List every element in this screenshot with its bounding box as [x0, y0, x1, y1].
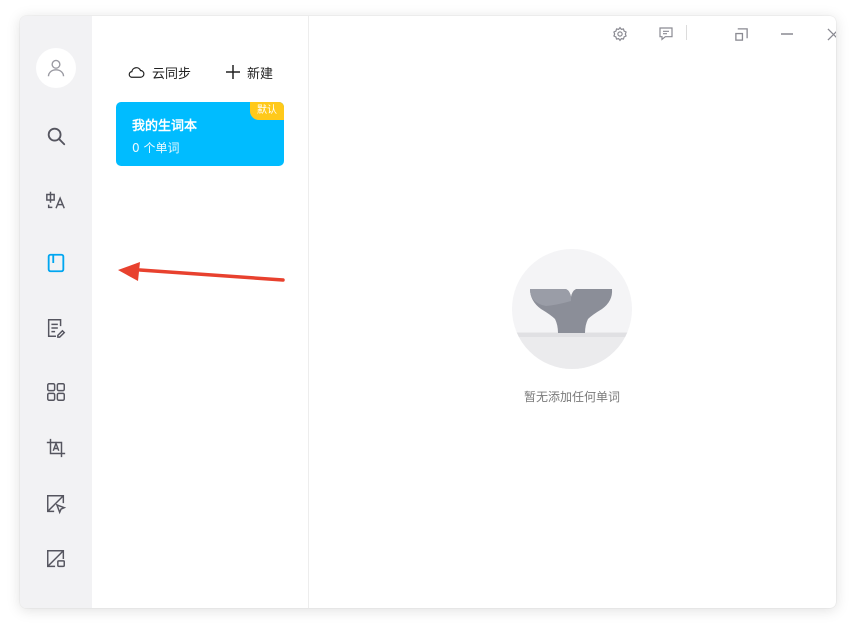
user-icon	[47, 59, 65, 77]
whale-tail-icon	[512, 289, 632, 369]
mini-mode-button[interactable]	[731, 24, 751, 44]
default-badge: 默认	[250, 102, 284, 120]
minimize-button[interactable]	[777, 24, 797, 44]
close-icon	[826, 27, 836, 41]
gear-icon	[613, 26, 627, 42]
close-button[interactable]	[823, 24, 836, 44]
sidebar-item-translate[interactable]	[44, 188, 68, 212]
wordbook-title: 我的生词本	[132, 119, 198, 134]
minimize-icon	[781, 33, 793, 35]
apps-grid-icon	[47, 383, 65, 401]
empty-state-message: 暂无添加任何单词	[523, 390, 620, 404]
screenshot-icon	[47, 550, 65, 568]
empty-state-illustration	[512, 249, 632, 369]
sidebar-item-apps[interactable]	[44, 380, 68, 404]
translate-icon	[46, 191, 65, 209]
settings-button[interactable]	[610, 24, 630, 44]
ocr-text-icon	[46, 438, 66, 458]
app-window: 云同步 新建 我的生词本 0 个单词 默认 暂无添加任何单词	[20, 16, 836, 608]
main-content: 暂无添加任何单词	[309, 16, 836, 608]
feedback-button[interactable]	[656, 24, 676, 44]
sidebar-item-wordbook[interactable]	[44, 251, 68, 275]
sidebar-item-search[interactable]	[44, 124, 68, 148]
search-icon	[47, 127, 66, 146]
cloud-icon	[128, 67, 145, 78]
wordbook-word-count: 0 个单词	[132, 141, 180, 155]
feedback-icon	[659, 27, 673, 41]
sidebar-item-screenshot-translate[interactable]	[44, 492, 68, 516]
plus-icon	[226, 65, 240, 79]
new-wordbook-label: 新建	[247, 66, 274, 82]
sidebar-item-notes[interactable]	[44, 316, 68, 340]
topbar-separator	[686, 25, 687, 40]
sidebar-item-ocr[interactable]	[44, 436, 68, 460]
wordbook-icon	[47, 253, 65, 273]
wordbook-list-pane: 云同步 新建 我的生词本 0 个单词 默认	[92, 16, 309, 608]
notes-icon	[47, 319, 66, 338]
sidebar	[20, 16, 92, 608]
user-avatar[interactable]	[36, 48, 76, 88]
sidebar-item-screenshot[interactable]	[44, 547, 68, 571]
mini-window-icon	[734, 27, 748, 41]
wordbook-card[interactable]: 我的生词本 0 个单词 默认	[116, 102, 284, 166]
new-wordbook-button[interactable]: 新建	[226, 62, 273, 82]
screenshot-translate-icon	[47, 495, 67, 515]
cloud-sync-button[interactable]: 云同步	[127, 62, 191, 82]
cloud-sync-label: 云同步	[152, 66, 192, 82]
